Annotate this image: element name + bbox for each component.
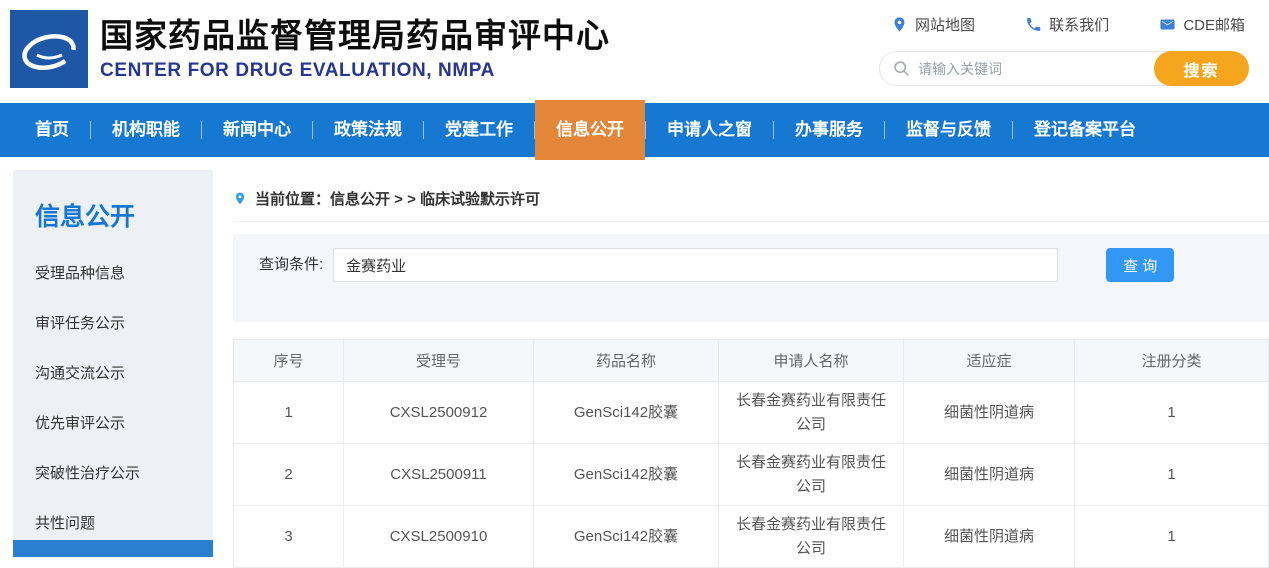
- nav-item-organization-functions[interactable]: 机构职能: [91, 103, 201, 157]
- cell-drug-name: GenSci142胶囊: [533, 505, 719, 568]
- cell-indication: 细菌性阴道病: [903, 381, 1075, 444]
- col-header-drug-name: 药品名称: [533, 339, 719, 382]
- table-header-row: 序号 受理号 药品名称 申请人名称 适应症 注册分类: [233, 339, 1269, 382]
- col-header-applicant-name: 申请人名称: [718, 339, 904, 382]
- contact-us-link[interactable]: 联系我们: [1025, 14, 1109, 35]
- cell-serial-number: 2: [233, 443, 344, 506]
- cell-registration-category: 1: [1074, 381, 1269, 444]
- col-header-registration-category: 注册分类: [1074, 339, 1269, 382]
- content-area: 当前位置：信息公开 > > 临床试验默示许可 查询条件: 查 询 序号 受理号 …: [213, 170, 1269, 568]
- nav-item-applicant-window[interactable]: 申请人之窗: [646, 103, 773, 157]
- table-row: 3 CXSL2500910 GenSci142胶囊 长春金赛药业有限责任公司 细…: [233, 505, 1269, 568]
- brand: 国家药品监督管理局药品审评中心 CENTER FOR DRUG EVALUATI…: [0, 0, 610, 100]
- sidebar-item-communication-publicity[interactable]: 沟通交流公示: [13, 349, 213, 399]
- cell-registration-category: 1: [1074, 443, 1269, 506]
- breadcrumb: 当前位置：信息公开 > > 临床试验默示许可: [233, 188, 1269, 222]
- cell-registration-category: 1: [1074, 505, 1269, 568]
- col-header-acceptance-number: 受理号: [343, 339, 534, 382]
- sitemap-label: 网站地图: [915, 17, 976, 34]
- nav-item-home[interactable]: 首页: [14, 103, 90, 157]
- cell-serial-number: 3: [233, 505, 344, 568]
- query-condition-label: 查询条件:: [259, 256, 324, 273]
- table-row: 2 CXSL2500911 GenSci142胶囊 长春金赛药业有限责任公司 细…: [233, 443, 1269, 506]
- query-condition-input[interactable]: [333, 248, 1059, 282]
- mail-icon: [1159, 16, 1176, 33]
- cell-applicant-name: 长春金赛药业有限责任公司: [718, 505, 904, 568]
- keyword-search-box: 搜索: [879, 51, 1249, 86]
- contact-us-label: 联系我们: [1049, 17, 1110, 34]
- cde-mailbox-label: CDE邮箱: [1183, 17, 1245, 34]
- sidebar-item-review-task-publicity[interactable]: 审评任务公示: [13, 299, 213, 349]
- cde-mailbox-link[interactable]: CDE邮箱: [1159, 14, 1245, 35]
- nav-item-party-building[interactable]: 党建工作: [424, 103, 534, 157]
- nav-item-policies-regulations[interactable]: 政策法规: [313, 103, 423, 157]
- phone-icon: [1025, 16, 1042, 33]
- nav-item-registration-platform[interactable]: 登记备案平台: [1013, 103, 1157, 157]
- sidebar-active-item[interactable]: [13, 540, 213, 557]
- col-header-indication: 适应症: [903, 339, 1075, 382]
- cell-acceptance-number: CXSL2500910: [343, 505, 534, 568]
- cell-drug-name: GenSci142胶囊: [533, 381, 719, 444]
- location-pin-icon: [891, 16, 908, 33]
- sidebar: 信息公开 受理品种信息 审评任务公示 沟通交流公示 优先审评公示 突破性治疗公示…: [13, 170, 213, 557]
- site-header: 国家药品监督管理局药品审评中心 CENTER FOR DRUG EVALUATI…: [0, 0, 1269, 100]
- cde-logo-icon: [10, 10, 88, 88]
- site-subtitle: CENTER FOR DRUG EVALUATION, NMPA: [100, 60, 495, 81]
- cell-applicant-name: 长春金赛药业有限责任公司: [718, 381, 904, 444]
- cell-applicant-name: 长春金赛药业有限责任公司: [718, 443, 904, 506]
- quick-links: 网站地图 联系我们 CDE邮箱: [879, 14, 1249, 35]
- cell-acceptance-number: CXSL2500912: [343, 381, 534, 444]
- cell-indication: 细菌性阴道病: [903, 505, 1075, 568]
- col-header-serial-number: 序号: [233, 339, 344, 382]
- cell-acceptance-number: CXSL2500911: [343, 443, 534, 506]
- search-button[interactable]: 搜索: [1154, 51, 1249, 86]
- search-input[interactable]: [910, 60, 1154, 77]
- sitemap-link[interactable]: 网站地图: [891, 14, 975, 35]
- results-table: 序号 受理号 药品名称 申请人名称 适应症 注册分类 1 CXSL2500912…: [233, 339, 1269, 568]
- query-panel: 查询条件: 查 询: [233, 234, 1269, 322]
- breadcrumb-text: 当前位置：信息公开 > > 临床试验默示许可: [255, 191, 541, 208]
- nav-item-services[interactable]: 办事服务: [774, 103, 884, 157]
- sidebar-title: 信息公开: [35, 203, 136, 231]
- table-row: 1 CXSL2500912 GenSci142胶囊 长春金赛药业有限责任公司 细…: [233, 381, 1269, 444]
- query-button[interactable]: 查 询: [1106, 248, 1175, 282]
- location-pin-icon: [233, 189, 247, 208]
- sidebar-item-breakthrough-therapy-publicity[interactable]: 突破性治疗公示: [13, 449, 213, 499]
- search-icon: [893, 60, 910, 77]
- sidebar-item-accepted-variety-info[interactable]: 受理品种信息: [13, 249, 213, 299]
- nav-item-supervision-feedback[interactable]: 监督与反馈: [885, 103, 1012, 157]
- main-nav: 首页 机构职能 新闻中心 政策法规 党建工作 信息公开 申请人之窗 办事服务 监…: [0, 100, 1269, 160]
- cell-drug-name: GenSci142胶囊: [533, 443, 719, 506]
- sidebar-item-priority-review-publicity[interactable]: 优先审评公示: [13, 399, 213, 449]
- nav-item-info-disclosure[interactable]: 信息公开: [535, 100, 645, 160]
- cell-indication: 细菌性阴道病: [903, 443, 1075, 506]
- site-title: 国家药品监督管理局药品审评中心: [100, 17, 610, 54]
- cell-serial-number: 1: [233, 381, 344, 444]
- nav-item-news-center[interactable]: 新闻中心: [202, 103, 312, 157]
